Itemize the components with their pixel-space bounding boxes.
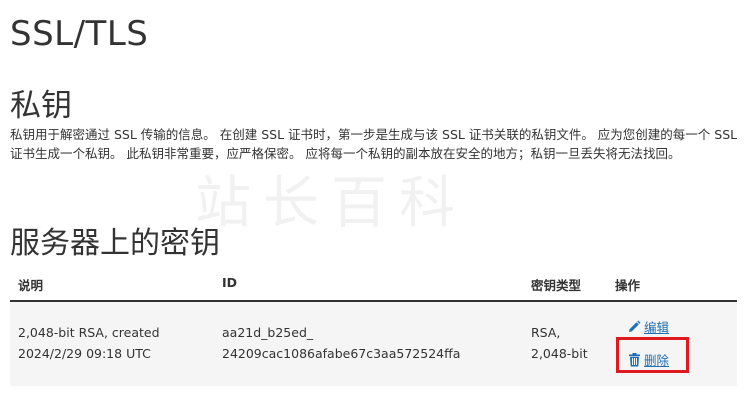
column-header-id: ID <box>222 275 238 290</box>
private-key-description: 私钥用于解密通过 SSL 传输的信息。 在创建 SSL 证书时，第一步是生成与该… <box>10 127 738 161</box>
column-header-description: 说明 <box>18 278 44 293</box>
watermark-logo: 站长百科 <box>195 171 467 236</box>
key-description-line: 2,048-bit RSA, created <box>18 325 160 340</box>
page-title: SSL/TLS <box>10 14 149 54</box>
pencil-icon <box>629 320 641 332</box>
key-type-size: 2,048-bit <box>531 346 588 361</box>
key-id-hash: 24209cac1086afabe67c3aa572524ffa <box>222 346 461 361</box>
key-type-algorithm: RSA, <box>531 325 561 340</box>
key-id-cell: aa21d_b25ed_ 24209cac1086afabe67c3aa5725… <box>222 322 460 364</box>
key-description-cell: 2,048-bit RSA, created 2024/2/29 09:18 U… <box>18 322 160 364</box>
keys-table-header: 说明 ID 密钥类型 操作 <box>10 266 737 302</box>
edit-key-label: 编辑 <box>644 320 670 335</box>
key-type-cell: RSA, 2,048-bit <box>531 322 588 364</box>
edit-key-link[interactable]: 编辑 <box>627 317 669 336</box>
column-header-actions: 操作 <box>615 278 641 293</box>
trash-icon <box>629 352 640 366</box>
section-title-server-keys: 服务器上的密钥 <box>10 226 220 261</box>
column-header-key-type: 密钥类型 <box>531 278 582 293</box>
delete-key-link[interactable]: 删除 <box>628 350 669 369</box>
key-created-date: 2024/2/29 09:18 UTC <box>18 346 151 361</box>
section-title-private-keys: 私钥 <box>10 88 72 124</box>
page: SSL/TLS 私钥 私钥用于解密通过 SSL 传输的信息。 在创建 SSL 证… <box>0 0 749 394</box>
table-row: 2,048-bit RSA, created 2024/2/29 09:18 U… <box>10 302 737 386</box>
key-id-prefix: aa21d_b25ed_ <box>222 325 314 340</box>
delete-key-label: 删除 <box>644 353 670 368</box>
